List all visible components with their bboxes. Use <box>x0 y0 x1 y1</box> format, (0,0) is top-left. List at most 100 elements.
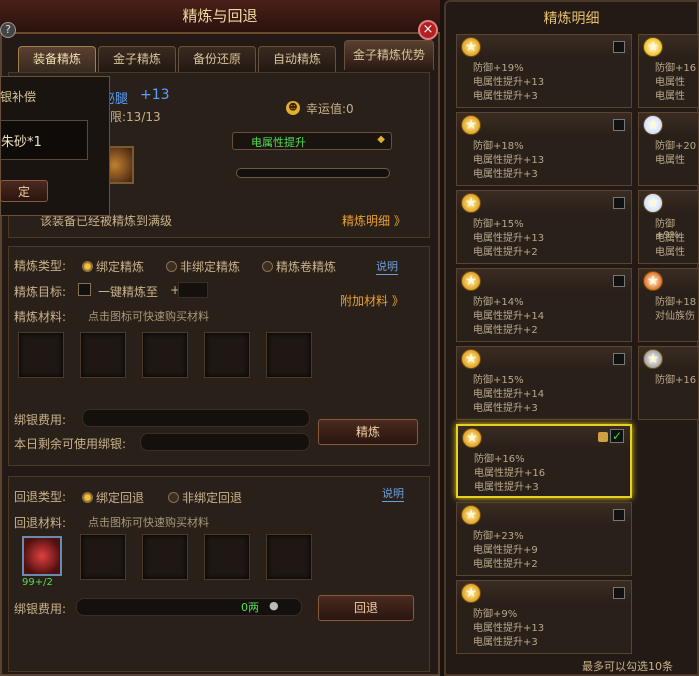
tab-auto-refine[interactable]: 自动精炼 <box>258 46 336 72</box>
detail-card[interactable]: ★ ✓ 防御+16% 电属性提升+16 电属性提升+3 <box>456 424 632 498</box>
rollback-cost-label: 绑银费用: <box>14 602 67 616</box>
detail-card[interactable]: ★ 防御+9% 电属性提升+13 电属性提升+3 <box>456 580 632 654</box>
detail-card[interactable]: ★ 防御+18% 电属性提升+13 电属性提升+3 <box>456 112 632 186</box>
detail-card[interactable]: ★ 防御+14% 电属性提升+14 电属性提升+2 <box>456 268 632 342</box>
detail-card-checkbox[interactable] <box>613 119 625 131</box>
refine-material-slot[interactable] <box>80 332 126 378</box>
detail-title: 精炼明细 <box>543 11 600 27</box>
refine-detail-link[interactable]: 精炼明细 》 <box>342 212 406 229</box>
detail-card-checkbox[interactable] <box>613 197 625 209</box>
refine-cost-field <box>82 409 310 427</box>
detail-card-line: 电属性提升+3 <box>473 91 538 102</box>
refine-type-bound[interactable]: 绑定精炼 <box>82 258 144 275</box>
detail-card[interactable]: ★ 防御+9% 电属性 电属性 <box>638 190 699 264</box>
refine-cost-label: 绑银费用: <box>14 413 67 427</box>
detail-card-line: 电属性提升+14 <box>473 311 545 322</box>
target-level-input[interactable] <box>178 282 208 298</box>
remain-bound-silver-field <box>140 433 310 451</box>
star-icon: ★ <box>461 193 481 213</box>
star-icon: ★ <box>643 37 663 57</box>
refine-material-hint: 点击图标可快速购买材料 <box>88 310 209 323</box>
rollback-type-unbound[interactable]: 非绑定回退 <box>168 489 242 506</box>
detail-card-line: 防御+19% <box>473 63 524 74</box>
item-level: +13 <box>140 87 170 103</box>
detail-card-line: 电属性提升+13 <box>473 155 545 166</box>
refine-type-scroll[interactable]: 精炼卷精炼 <box>262 258 336 275</box>
detail-card-line: 防御+20 <box>655 141 697 152</box>
detail-card-checkbox[interactable] <box>613 587 625 599</box>
tab-gold-refine[interactable]: 金子精炼 <box>98 46 176 72</box>
detail-card-header <box>457 35 631 57</box>
attr-select-value: 电属性提升 <box>251 136 306 149</box>
refine-type-label: 精炼类型: <box>14 259 67 273</box>
detail-card[interactable]: ★ 防御+19% 电属性提升+13 电属性提升+3 <box>456 34 632 108</box>
detail-card[interactable]: ★ 防御+20 电属性 <box>638 112 699 186</box>
tab-equip-refine[interactable]: 装备精炼 <box>18 46 96 72</box>
rollback-material-hint: 点击图标可快速购买材料 <box>88 516 209 529</box>
refine-material-slot[interactable] <box>266 332 312 378</box>
refine-material-slot[interactable] <box>18 332 64 378</box>
detail-card[interactable]: ★ 防御+15% 电属性提升+13 电属性提升+2 <box>456 190 632 264</box>
radio-icon <box>168 492 179 503</box>
one-click-checkbox[interactable] <box>78 283 91 296</box>
refine-material-slot[interactable] <box>142 332 188 378</box>
refine-material-slot[interactable] <box>204 332 250 378</box>
refine-button[interactable]: 精炼 <box>318 419 418 445</box>
tab-gold-advantage[interactable]: 金子精炼优势 <box>344 40 434 70</box>
star-icon: ★ <box>643 115 663 135</box>
detail-card[interactable]: ★ 防御+15% 电属性提升+14 电属性提升+3 <box>456 346 632 420</box>
lock-icon[interactable] <box>598 432 608 442</box>
detail-card-line: 电属性提升+13 <box>473 77 545 88</box>
rollback-material-slot[interactable] <box>80 534 126 580</box>
detail-card-line: 电属性提升+3 <box>474 482 539 493</box>
detail-card[interactable]: ★ 防御+23% 电属性提升+9 电属性提升+2 <box>456 502 632 576</box>
detail-card-checkbox[interactable] <box>613 41 625 53</box>
detail-card-line: 防御+16 <box>655 375 697 386</box>
detail-card-line: 防御+9% <box>473 609 518 620</box>
detail-card-line: 防御+16% <box>474 454 525 465</box>
detail-card-header <box>457 347 631 369</box>
rollback-item-icon[interactable] <box>22 536 62 576</box>
radio-icon <box>82 261 93 272</box>
rollback-type-bound[interactable]: 绑定回退 <box>82 489 144 506</box>
refine-material-label: 精炼材料: <box>14 310 67 324</box>
help-icon[interactable]: ? <box>0 22 16 38</box>
popup-confirm-button[interactable]: 定 <box>0 180 48 202</box>
detail-card-checkbox[interactable] <box>613 353 625 365</box>
detail-card-line: 电属性提升+2 <box>473 325 538 336</box>
star-icon: ★ <box>461 37 481 57</box>
detail-card-line: 电属性提升+3 <box>473 169 538 180</box>
window-title: 精炼与回退 <box>0 0 440 34</box>
rollback-material-label: 回退材料: <box>14 516 67 530</box>
refine-type-unbound[interactable]: 非绑定精炼 <box>166 258 240 275</box>
detail-card-line: 电属性提升+13 <box>473 623 545 634</box>
detail-card-header <box>457 503 631 525</box>
rollback-explain-link[interactable]: 说明 <box>382 485 404 502</box>
detail-card-line: 防御+18 <box>655 297 697 308</box>
close-icon[interactable]: × <box>418 20 438 40</box>
attr-select[interactable]: 电属性提升 ◆ <box>232 132 392 150</box>
detail-card-checkbox[interactable] <box>613 509 625 521</box>
star-icon: ★ <box>461 115 481 135</box>
refine-explain-link[interactable]: 说明 <box>376 258 398 275</box>
rollback-material-slot[interactable] <box>266 534 312 580</box>
extra-material-link[interactable]: 附加材料 》 <box>340 292 404 309</box>
chevron-down-icon: ◆ <box>377 134 385 145</box>
radio-icon <box>166 261 177 272</box>
detail-card[interactable]: ★ 防御+16 电属性 电属性 <box>638 34 699 108</box>
detail-card-checkbox[interactable] <box>613 275 625 287</box>
detail-card-line: 电属性提升+3 <box>473 637 538 648</box>
detail-card-line: 电属性提升+9 <box>473 545 538 556</box>
tab-backup-restore[interactable]: 备份还原 <box>178 46 256 72</box>
radio-icon <box>82 492 93 503</box>
detail-card[interactable]: ★ 防御+16 <box>638 346 699 420</box>
rollback-button[interactable]: 回退 <box>318 595 414 621</box>
remain-bound-silver-label: 本日剩余可使用绑银: <box>14 437 127 451</box>
star-icon: ★ <box>643 271 663 291</box>
rollback-material-slot[interactable] <box>142 534 188 580</box>
detail-card[interactable]: ★ 防御+18 对仙族伤 <box>638 268 699 342</box>
detail-card-line: 电属性 <box>655 247 685 258</box>
detail-card-line: 电属性提升+14 <box>473 389 545 400</box>
rollback-material-slot[interactable] <box>204 534 250 580</box>
checkbox-checked[interactable]: ✓ <box>610 429 624 443</box>
